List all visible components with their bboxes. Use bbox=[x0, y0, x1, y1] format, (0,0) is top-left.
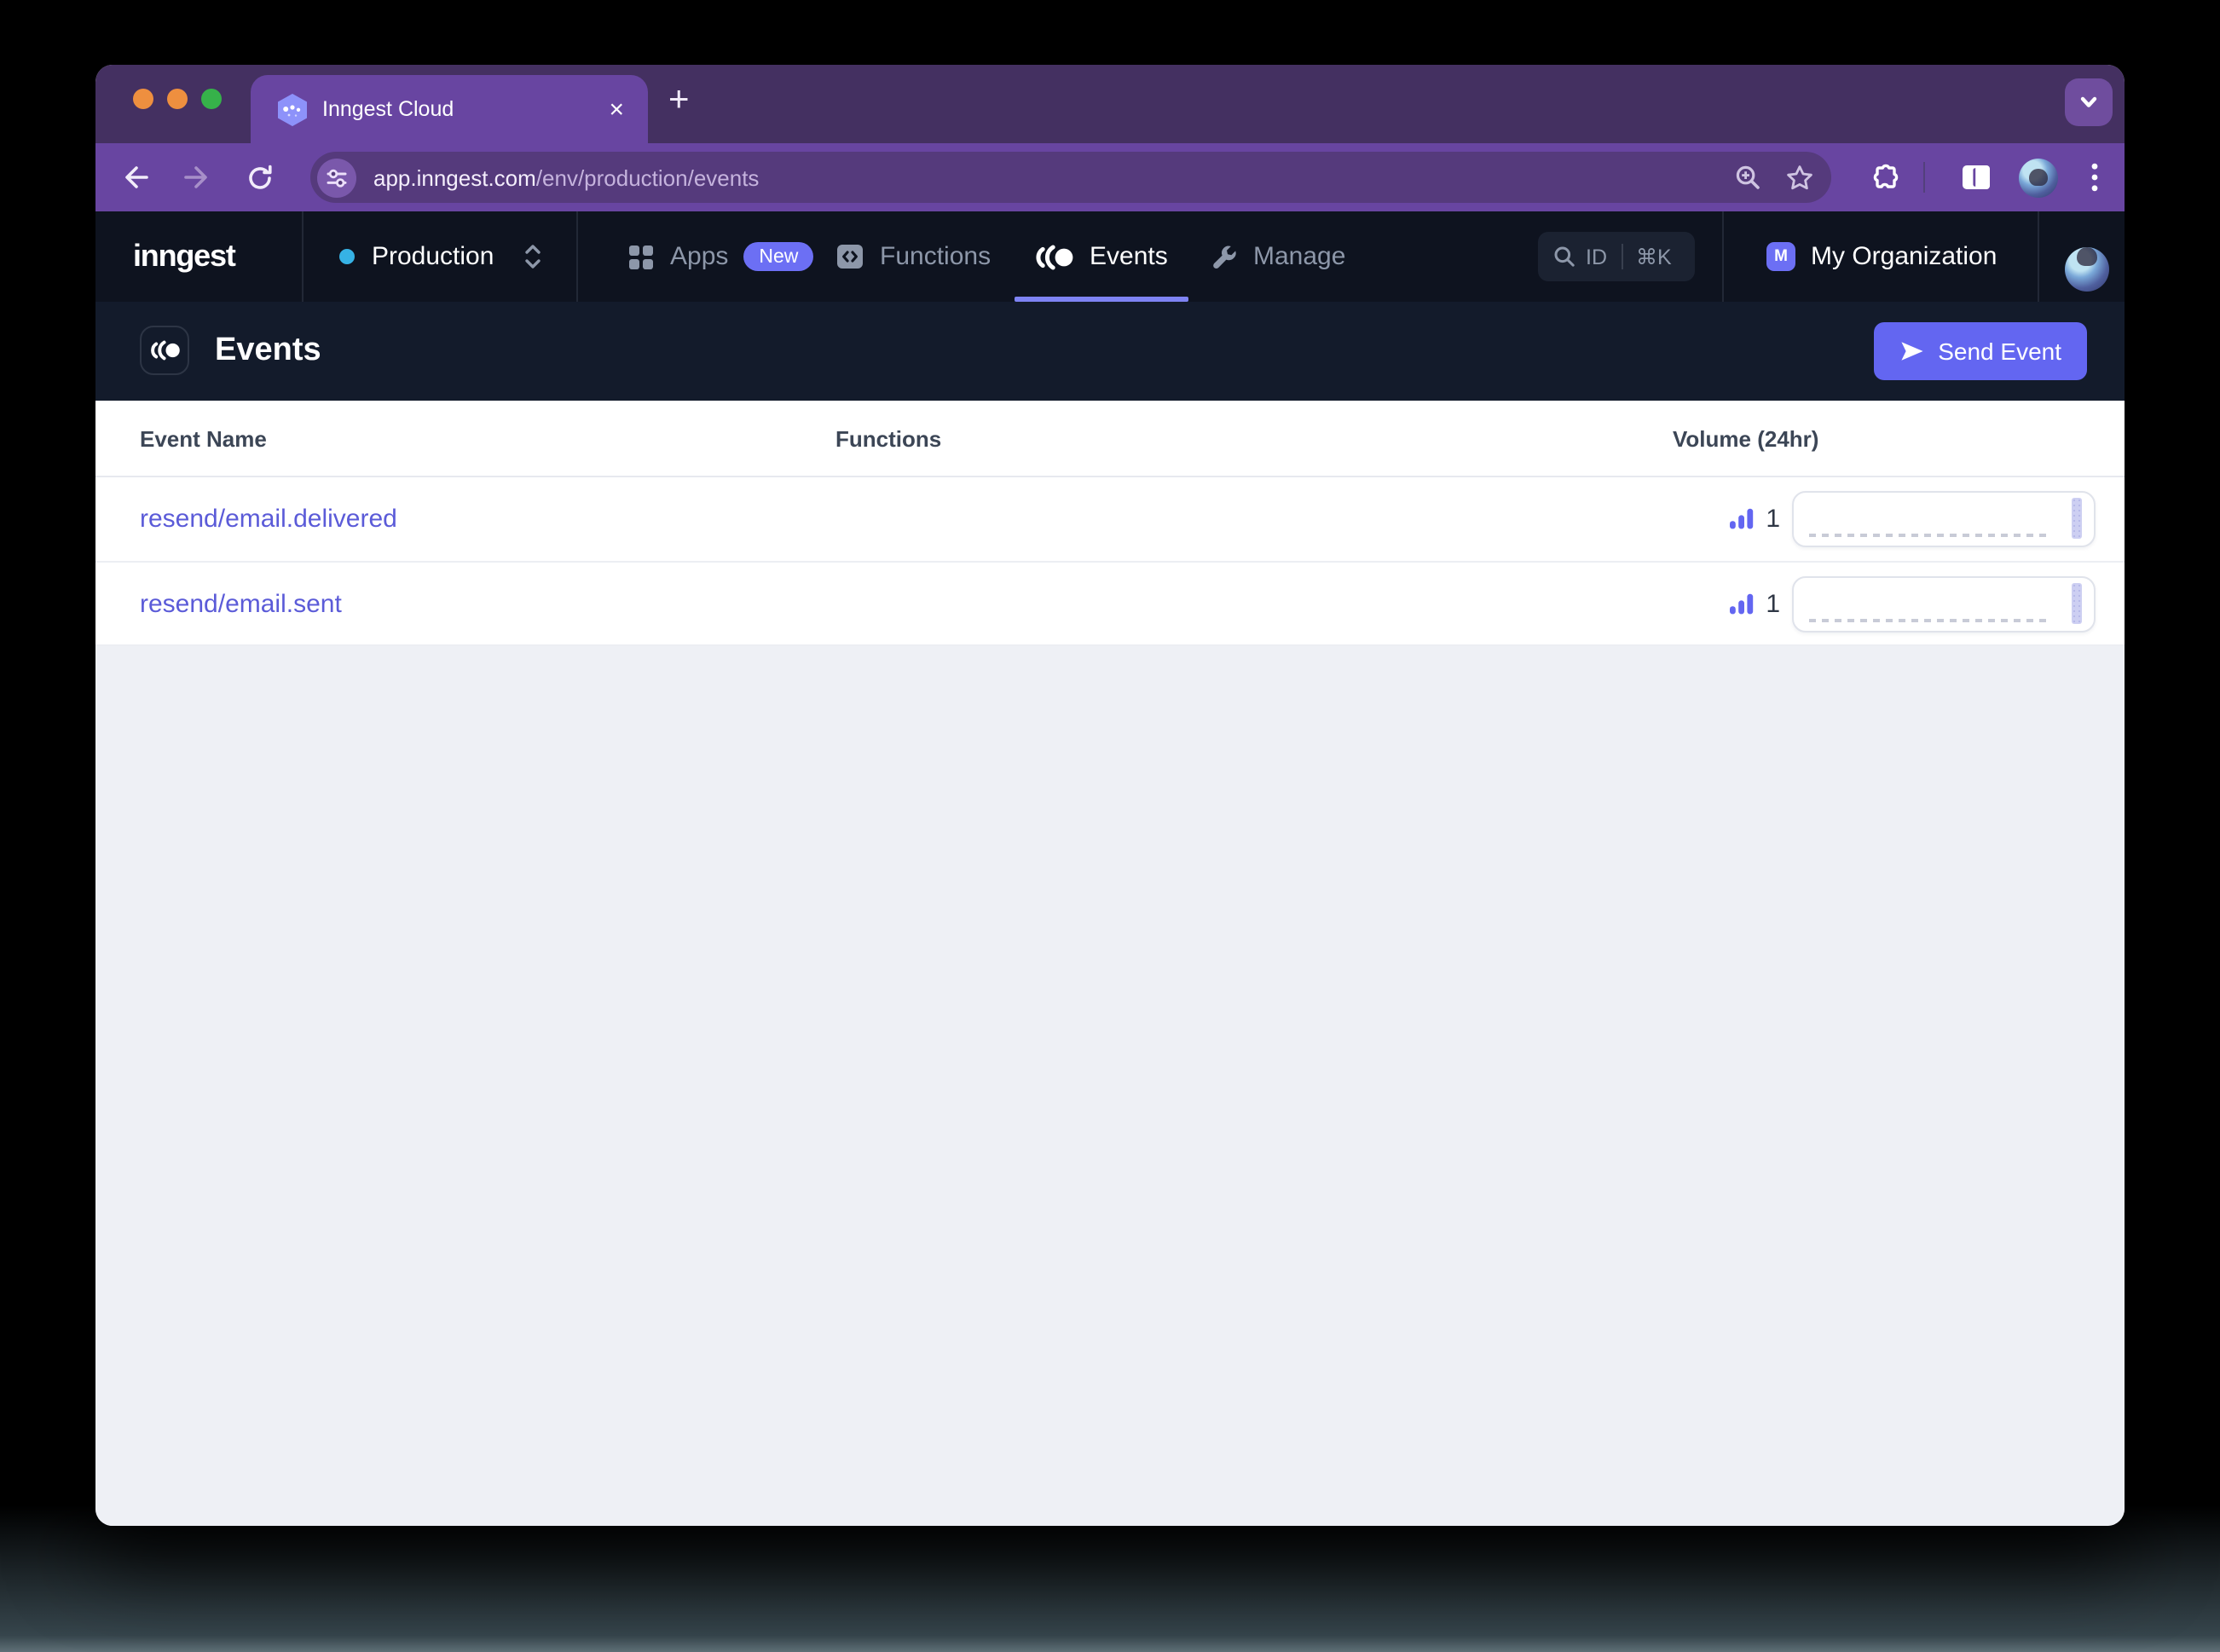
column-header-functions: Functions bbox=[835, 426, 942, 452]
functions-code-icon bbox=[837, 245, 863, 269]
search-placeholder: ID bbox=[1586, 245, 1607, 269]
tab-search-chevron-button[interactable] bbox=[2065, 78, 2113, 126]
tab-title: Inngest Cloud bbox=[322, 97, 454, 121]
sparkline-bar bbox=[2072, 498, 2082, 539]
event-name-link[interactable]: resend/email.delivered bbox=[140, 477, 397, 561]
site-info-button[interactable] bbox=[317, 158, 356, 197]
browser-toolbar: app.inngest.com/env/production/events bbox=[95, 143, 2125, 211]
new-badge: New bbox=[743, 242, 814, 271]
bar-chart-icon bbox=[1729, 592, 1753, 614]
nav-item-events[interactable]: Events bbox=[1015, 211, 1188, 302]
traffic-light-zoom[interactable] bbox=[201, 89, 222, 109]
org-switcher[interactable]: My Organization bbox=[1811, 211, 1997, 302]
address-bar[interactable]: app.inngest.com/env/production/events bbox=[310, 152, 1831, 203]
user-menu[interactable] bbox=[2065, 234, 2109, 292]
wrench-icon bbox=[1213, 245, 1236, 269]
browser-tab[interactable]: Inngest Cloud × bbox=[251, 75, 648, 143]
forward-icon bbox=[183, 166, 206, 188]
search-divider bbox=[1621, 244, 1622, 269]
extensions-button[interactable] bbox=[1869, 143, 1901, 211]
three-dot-menu-icon bbox=[2091, 163, 2098, 192]
star-icon bbox=[1787, 165, 1812, 189]
app-nav: inngest Production Apps New Functions Ev… bbox=[95, 211, 2125, 302]
nav-divider bbox=[576, 211, 578, 302]
toolbar-divider bbox=[1923, 162, 1925, 193]
send-event-label: Send Event bbox=[1938, 338, 2061, 365]
volume-sparkline[interactable] bbox=[1792, 575, 2096, 632]
browser-profile-avatar[interactable] bbox=[2019, 143, 2058, 211]
env-label: Production bbox=[372, 242, 494, 271]
sparkline-baseline bbox=[1809, 618, 2049, 621]
search-icon bbox=[1554, 246, 1575, 267]
puzzle-icon bbox=[1873, 163, 1899, 188]
search-shortcut: ⌘K bbox=[1636, 245, 1672, 269]
back-icon bbox=[124, 166, 147, 188]
nav-divider bbox=[2038, 211, 2039, 302]
table-row[interactable]: resend/email.sent 1 bbox=[95, 562, 2125, 646]
tune-icon bbox=[327, 168, 347, 187]
traffic-light-minimize[interactable] bbox=[167, 89, 188, 109]
nav-item-apps[interactable]: Apps New bbox=[627, 211, 814, 302]
tab-close-icon[interactable]: × bbox=[602, 93, 631, 125]
empty-content-area bbox=[95, 714, 2125, 1526]
nav-item-label: Apps bbox=[670, 242, 729, 271]
bar-chart-icon bbox=[1729, 508, 1753, 529]
nav-item-manage[interactable]: Manage bbox=[1211, 211, 1345, 302]
nav-divider bbox=[1722, 211, 1724, 302]
traffic-light-close[interactable] bbox=[133, 89, 153, 109]
zoom-page-button[interactable] bbox=[1734, 164, 1761, 191]
apps-grid-icon bbox=[629, 245, 653, 269]
chevron-down-icon bbox=[2080, 96, 2097, 107]
table-header: Event Name Functions Volume (24hr) bbox=[95, 401, 2125, 477]
page-header: Events Send Event bbox=[95, 302, 2125, 401]
volume-cell: 1 bbox=[1728, 477, 2096, 561]
volume-cell: 1 bbox=[1728, 562, 2096, 645]
org-initial-badge: M bbox=[1766, 242, 1795, 271]
browser-menu-button[interactable] bbox=[2090, 143, 2099, 211]
events-icon bbox=[150, 340, 179, 361]
side-panel-button[interactable] bbox=[1961, 143, 1992, 211]
nav-item-label: Events bbox=[1090, 242, 1168, 271]
nav-item-label: Functions bbox=[880, 242, 991, 271]
send-icon bbox=[1900, 342, 1922, 361]
search-input[interactable]: ID ⌘K bbox=[1538, 232, 1695, 281]
nav-divider bbox=[302, 211, 304, 302]
screenshot-stage: Inngest Cloud × + app.inngest.com/env/pr… bbox=[0, 0, 2220, 1652]
reload-button[interactable] bbox=[240, 159, 278, 196]
nav-item-label: Manage bbox=[1253, 242, 1346, 271]
page-icon-box bbox=[140, 326, 189, 375]
sparkline-baseline bbox=[1809, 534, 2049, 537]
events-icon bbox=[1036, 244, 1073, 269]
reload-icon bbox=[248, 164, 271, 188]
tab-strip: Inngest Cloud × + bbox=[95, 65, 2125, 143]
column-header-event-name: Event Name bbox=[140, 426, 267, 452]
sparkline-bar bbox=[2072, 582, 2082, 623]
zoom-in-icon bbox=[1736, 165, 1760, 189]
send-event-button[interactable]: Send Event bbox=[1873, 322, 2087, 380]
volume-value: 1 bbox=[1766, 505, 1780, 534]
page-title: Events bbox=[215, 332, 321, 368]
env-status-dot bbox=[339, 249, 355, 264]
back-button[interactable] bbox=[116, 159, 153, 196]
side-panel-icon bbox=[1963, 165, 1990, 189]
inngest-favicon bbox=[278, 93, 307, 125]
avatar bbox=[2019, 158, 2058, 197]
nav-item-functions[interactable]: Functions bbox=[835, 211, 991, 302]
event-name-link[interactable]: resend/email.sent bbox=[140, 562, 342, 645]
volume-sparkline[interactable] bbox=[1792, 491, 2096, 547]
column-header-volume: Volume (24hr) bbox=[1673, 426, 1819, 452]
environment-selector[interactable]: Production bbox=[339, 211, 543, 302]
chevron-up-down-icon bbox=[521, 242, 543, 271]
table-row[interactable]: resend/email.delivered 1 bbox=[95, 477, 2125, 562]
avatar bbox=[2065, 246, 2109, 292]
volume-value: 1 bbox=[1766, 589, 1780, 618]
new-tab-button[interactable]: + bbox=[668, 82, 690, 118]
inngest-logo[interactable]: inngest bbox=[133, 211, 236, 302]
bookmark-button[interactable] bbox=[1785, 163, 1814, 192]
url-text: app.inngest.com/env/production/events bbox=[373, 165, 760, 190]
browser-window: Inngest Cloud × + app.inngest.com/env/pr… bbox=[95, 65, 2125, 1526]
forward-button[interactable] bbox=[177, 159, 215, 196]
